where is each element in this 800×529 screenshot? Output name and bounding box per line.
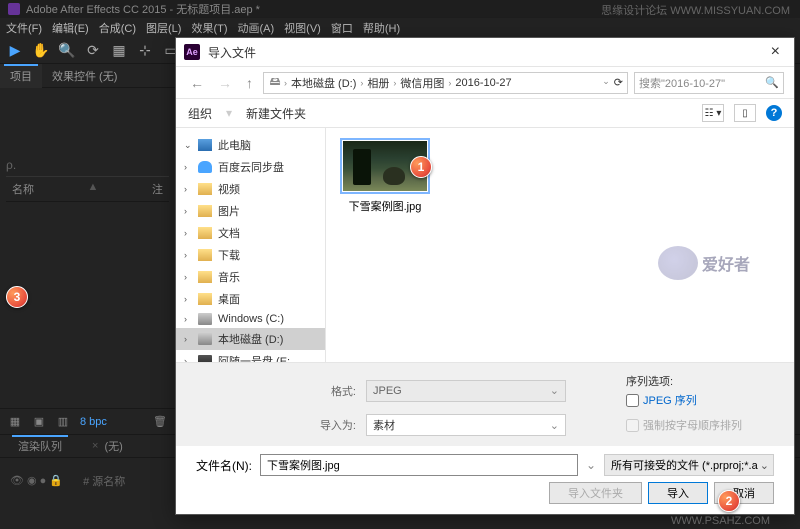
filename-label: 文件名(N): <box>196 457 252 474</box>
crumb-drive[interactable]: 本地磁盘 (D:) <box>289 75 358 91</box>
tree-item[interactable]: ›文档 <box>176 222 325 244</box>
drive-icon: 🖴 <box>268 76 282 90</box>
filename-input[interactable]: 下雪案例图.jpg <box>260 454 578 476</box>
breadcrumb[interactable]: 🖴 › 本地磁盘 (D:) › 相册 › 微信用图 › 2016-10-27 ⌄… <box>263 72 628 94</box>
annotation-badge-1: 1 <box>410 156 432 178</box>
import-as-select[interactable]: 素材 <box>366 414 566 436</box>
import-as-label: 导入为: <box>196 417 356 433</box>
menu-view[interactable]: 视图(V) <box>284 20 321 36</box>
nav-up-icon[interactable]: ↑ <box>242 73 257 93</box>
tab-project[interactable]: 项目 <box>0 64 42 88</box>
tree-item[interactable]: ›图片 <box>176 200 325 222</box>
col-comment[interactable]: 注 <box>152 181 163 197</box>
bpc-indicator[interactable]: 8 bpc <box>80 416 107 428</box>
format-label: 格式: <box>196 383 356 399</box>
menu-animation[interactable]: 动画(A) <box>238 20 275 36</box>
preview-pane-button[interactable]: ▯ <box>734 104 756 122</box>
help-icon[interactable]: ? <box>766 105 782 121</box>
import-file-dialog: Ae 导入文件 × ← → ↑ 🖴 › 本地磁盘 (D:) › 相册 › 微信用… <box>175 37 795 515</box>
menubar: 文件(F) 编辑(E) 合成(C) 图层(L) 效果(T) 动画(A) 视图(V… <box>0 18 800 38</box>
tree-item[interactable]: ⌄此电脑 <box>176 134 325 156</box>
filename-row: 文件名(N): 下雪案例图.jpg ⌄ 所有可接受的文件 (*.prproj;*… <box>176 446 794 476</box>
tree-item[interactable]: ›Windows (C:) <box>176 310 325 328</box>
menu-window[interactable]: 窗口 <box>331 20 353 36</box>
zoom-tool-icon[interactable]: 🔍 <box>58 42 76 60</box>
file-list[interactable]: 1 下雪案例图.jpg 爱好者 <box>326 128 794 362</box>
dialog-buttons: 导入文件夹 导入 取消 2 <box>176 476 794 514</box>
menu-help[interactable]: 帮助(H) <box>363 20 400 36</box>
camera-tool-icon[interactable]: ▦ <box>110 42 128 60</box>
new-comp-icon[interactable]: ▥ <box>56 415 70 429</box>
project-search[interactable]: ρ. <box>6 154 169 176</box>
search-icon: 🔍 <box>765 76 779 89</box>
folder-tree[interactable]: ⌄此电脑›百度云同步盘›视频›图片›文档›下载›音乐›桌面›Windows (C… <box>176 128 326 362</box>
project-panel: 项目 效果控件 (无) ρ. 名称 ▲ 注 3 ▦ ▣ ▥ 8 bpc 🗑 <box>0 64 175 434</box>
import-options: 格式: JPEG 序列选项: JPEG 序列 导入为: 素材 强制按字母顺序排列 <box>176 362 794 446</box>
crumb-date[interactable]: 2016-10-27 <box>453 77 513 89</box>
tree-item[interactable]: ›桌面 <box>176 288 325 310</box>
newfolder-button[interactable]: 新建文件夹 <box>246 105 306 122</box>
import-button[interactable]: 导入 <box>648 482 708 504</box>
nav-fwd-icon: → <box>214 73 236 93</box>
search-placeholder: 搜索"2016-10-27" <box>639 75 725 91</box>
selection-tool-icon[interactable]: ▶ <box>6 42 24 60</box>
file-thumbnail[interactable]: 1 <box>340 138 430 194</box>
tab-effect-controls[interactable]: 效果控件 (无) <box>42 64 127 88</box>
hand-tool-icon[interactable]: ✋ <box>32 42 50 60</box>
tree-item[interactable]: ›视频 <box>176 178 325 200</box>
col-name[interactable]: 名称 <box>12 181 34 197</box>
view-mode-button[interactable]: ☷ ▾ <box>702 104 724 122</box>
menu-effect[interactable]: 效果(T) <box>191 20 227 36</box>
organize-button[interactable]: 组织 <box>188 105 212 122</box>
import-folder-button: 导入文件夹 <box>549 482 642 504</box>
interpret-icon[interactable]: ▦ <box>8 415 22 429</box>
timeline-header: # 源名称 <box>83 473 125 489</box>
jpeg-sequence-checkbox[interactable]: JPEG 序列 <box>626 392 800 408</box>
ae-dialog-icon: Ae <box>184 44 200 60</box>
new-folder-icon[interactable]: ▣ <box>32 415 46 429</box>
app-title-text: Adobe After Effects CC 2015 - 无标题项目.aep … <box>26 1 260 17</box>
tree-item[interactable]: ›音乐 <box>176 266 325 288</box>
watermark-bottom: WWW.PSAHZ.COM <box>671 515 770 527</box>
watermark-top: 思缘设计论坛 WWW.MISSYUAN.COM <box>601 2 790 18</box>
crumb-wechat[interactable]: 微信用图 <box>398 75 446 91</box>
tree-item[interactable]: ›下载 <box>176 244 325 266</box>
watermark-ps: 爱好者 <box>658 246 750 280</box>
file-filter-select[interactable]: 所有可接受的文件 (*.prproj;*.a <box>604 454 774 476</box>
format-select: JPEG <box>366 380 566 402</box>
trash-icon[interactable]: 🗑 <box>153 415 167 429</box>
crumb-album[interactable]: 相册 <box>365 75 391 91</box>
annotation-badge-2: 2 <box>718 490 740 512</box>
anchor-tool-icon[interactable]: ⊹ <box>136 42 154 60</box>
tree-item[interactable]: ›百度云同步盘 <box>176 156 325 178</box>
dialog-nav: ← → ↑ 🖴 › 本地磁盘 (D:) › 相册 › 微信用图 › 2016-1… <box>176 66 794 98</box>
force-alpha-checkbox: 强制按字母顺序排列 <box>626 417 800 433</box>
seq-options-label: 序列选项: <box>626 373 800 389</box>
tree-item[interactable]: ›本地磁盘 (D:) <box>176 328 325 350</box>
tab-render-queue[interactable]: 渲染队列 <box>8 435 72 457</box>
dialog-titlebar: Ae 导入文件 × <box>176 38 794 66</box>
file-name: 下雪案例图.jpg <box>336 198 434 214</box>
menu-file[interactable]: 文件(F) <box>6 20 42 36</box>
menu-layer[interactable]: 图层(L) <box>146 20 181 36</box>
nav-back-icon[interactable]: ← <box>186 73 208 93</box>
render-none: (无) <box>104 438 122 454</box>
menu-edit[interactable]: 编辑(E) <box>52 20 89 36</box>
close-icon[interactable]: × <box>765 43 786 61</box>
search-input[interactable]: 搜索"2016-10-27" 🔍 <box>634 72 784 94</box>
tree-item[interactable]: ›阿随一号盘 (E: <box>176 350 325 362</box>
file-item[interactable]: 1 下雪案例图.jpg <box>336 138 434 214</box>
annotation-badge-3: 3 <box>6 286 28 308</box>
dialog-toolbar: 组织 ▾ 新建文件夹 ☷ ▾ ▯ ? <box>176 98 794 128</box>
rotate-tool-icon[interactable]: ⟳ <box>84 42 102 60</box>
ae-app-icon <box>8 3 20 15</box>
dialog-title-text: 导入文件 <box>208 44 256 61</box>
menu-composition[interactable]: 合成(C) <box>99 20 136 36</box>
